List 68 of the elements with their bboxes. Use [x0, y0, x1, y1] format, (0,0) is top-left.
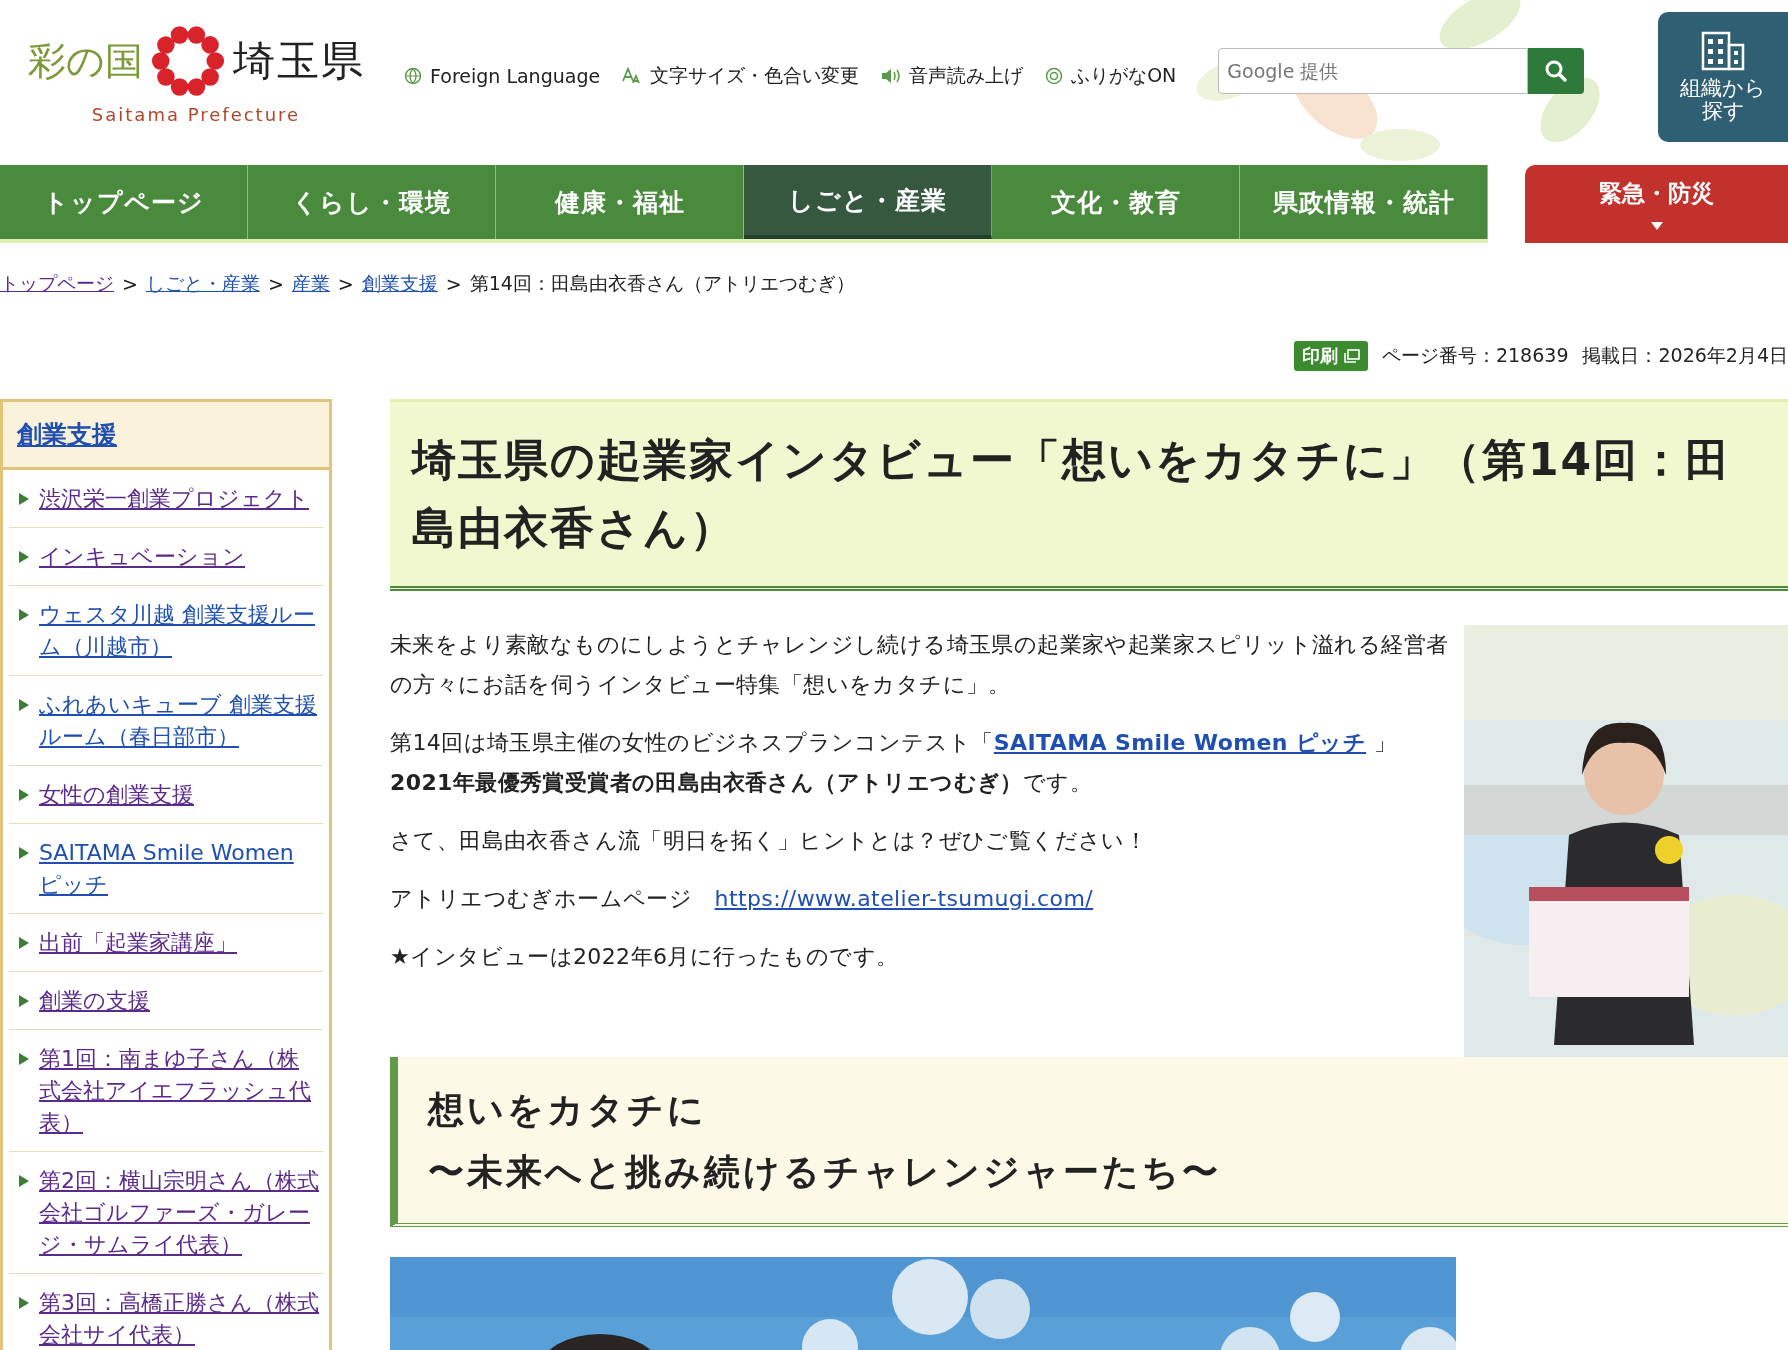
utility-link[interactable]: ふりがなON [1045, 63, 1177, 89]
logo-name: 埼玉県 [232, 35, 365, 87]
breadcrumb-link[interactable]: トップページ [0, 271, 114, 297]
triangle-icon [19, 937, 29, 949]
organization-search-button[interactable]: 組織から探す [1658, 12, 1788, 142]
breadcrumb-separator: > [445, 273, 462, 295]
search-field[interactable]: Google 提供 [1218, 48, 1529, 94]
search-icon [1544, 59, 1569, 83]
font-size-icon [622, 67, 643, 85]
logo-text: 彩の国 [27, 37, 143, 85]
triangle-icon [19, 847, 29, 859]
triangle-icon [19, 1297, 29, 1309]
caret-icon [1649, 220, 1664, 231]
breadcrumb-current: 第14回：田島由衣香さん（アトリエつむぎ） [469, 271, 855, 296]
paragraph: 第14回は埼玉県主催の女性のビジネスプランコンテスト「SAITAMA Smile Women ピッチ 」2021年最優秀賞受賞者の田島由衣香さん（アトリエつむぎ）です。 [390, 729, 1397, 797]
triangle-icon [19, 699, 29, 711]
sidebar-link[interactable]: インキュベーション [39, 541, 245, 573]
sidebar-link[interactable]: 第3回：高橋正勝さん（株式会社サイ代表） [39, 1287, 319, 1350]
breadcrumb-separator: > [267, 273, 284, 295]
triangle-icon [19, 995, 29, 1007]
globe-icon [404, 67, 422, 85]
nav-tab[interactable]: くらし・環境 [248, 165, 496, 239]
sidebar-link[interactable]: ウェスタ川越 創業支援ルーム（川越市） [39, 599, 319, 663]
breadcrumb-link[interactable]: 創業支援 [361, 271, 438, 297]
print-button[interactable]: 印刷 [1293, 341, 1368, 371]
sidebar-link[interactable]: 出前「起業家講座」 [39, 927, 237, 959]
utility-link[interactable]: 音声読み上げ [881, 63, 1024, 89]
breadcrumb-separator: > [122, 273, 138, 295]
window-icon [1343, 349, 1360, 363]
sidebar-link[interactable]: SAITAMA Smile Women ピッチ [39, 837, 319, 901]
section-heading: 想いをカタチに [428, 1088, 707, 1132]
sidebar-link[interactable]: 第1回：南まゆ子さん（株式会社アイエフラッシュ代表） [39, 1043, 319, 1139]
breadcrumb-separator: > [337, 273, 354, 295]
inline-link[interactable]: SAITAMA Smile Women ピッチ [993, 730, 1367, 755]
nav-tab[interactable]: 文化・教育 [992, 165, 1240, 239]
emergency-button[interactable]: 緊急・防災 [1525, 165, 1788, 243]
sidebar-link[interactable]: 渋沢栄一創業プロジェクト [39, 483, 309, 515]
triangle-icon [19, 1053, 29, 1065]
paragraph: さて、田島由衣香さん流「明日を拓く」ヒントとは？ぜひご覧ください！ [390, 827, 1149, 855]
paragraph: ★インタビューは2022年6月に行ったものです。 [390, 943, 900, 971]
building-icon [1701, 30, 1745, 71]
sidebar-title-link[interactable]: 創業支援 [17, 420, 117, 449]
publish-date: 掲載日：2026年2月4日 [1582, 343, 1788, 368]
triangle-icon [19, 493, 29, 505]
triangle-icon [19, 551, 29, 563]
triangle-icon [19, 789, 29, 801]
triangle-icon [19, 609, 29, 621]
page-title: 埼玉県の起業家インタビュー「想いをカタチに」（第14回：田島由衣香さん） [412, 433, 1733, 555]
utility-link[interactable]: 文字サイズ・色合い変更 [622, 63, 860, 89]
sidebar-link[interactable]: 女性の創業支援 [39, 779, 194, 811]
speaker-icon [881, 68, 902, 84]
breadcrumb-link[interactable]: しごと・産業 [145, 271, 260, 297]
sidebar-link[interactable]: 第2回：横山宗明さん（株式会社ゴルファーズ・ガレージ・サムライ代表） [39, 1165, 319, 1261]
search-button[interactable] [1528, 48, 1585, 94]
sidebar-link[interactable]: 創業の支援 [39, 985, 150, 1017]
utility-link[interactable]: Foreign Language [404, 63, 601, 89]
paragraph: アトリエつむぎホームページ https://www.atelier-tsumugi.com/ [390, 885, 1095, 913]
page-number: ページ番号：218639 [1381, 343, 1569, 368]
nav-tab[interactable]: しごと・産業 [744, 165, 992, 239]
nav-tab[interactable]: トップページ [0, 165, 248, 239]
inline-link[interactable]: https://www.atelier-tsumugi.com/ [714, 886, 1094, 911]
triangle-icon [19, 1175, 29, 1187]
paragraph: 未来をより素敵なものにしようとチャレンジし続ける埼玉県の起業家や起業家スピリット溢れる経営者の方々にお話を伺うインタビュー特集「想いをカタチに」。 [390, 631, 1450, 699]
nav-tab[interactable]: 県政情報・統計 [1240, 165, 1488, 239]
logo-subtitle: Saitama Prefecture [91, 104, 301, 125]
sidebar-link[interactable]: ふれあいキューブ 創業支援ルーム（春日部市） [39, 689, 319, 753]
section-heading: 〜未来へと挑み続けるチャレンジャーたち〜 [428, 1150, 1221, 1194]
breadcrumb-link[interactable]: 産業 [291, 271, 330, 297]
